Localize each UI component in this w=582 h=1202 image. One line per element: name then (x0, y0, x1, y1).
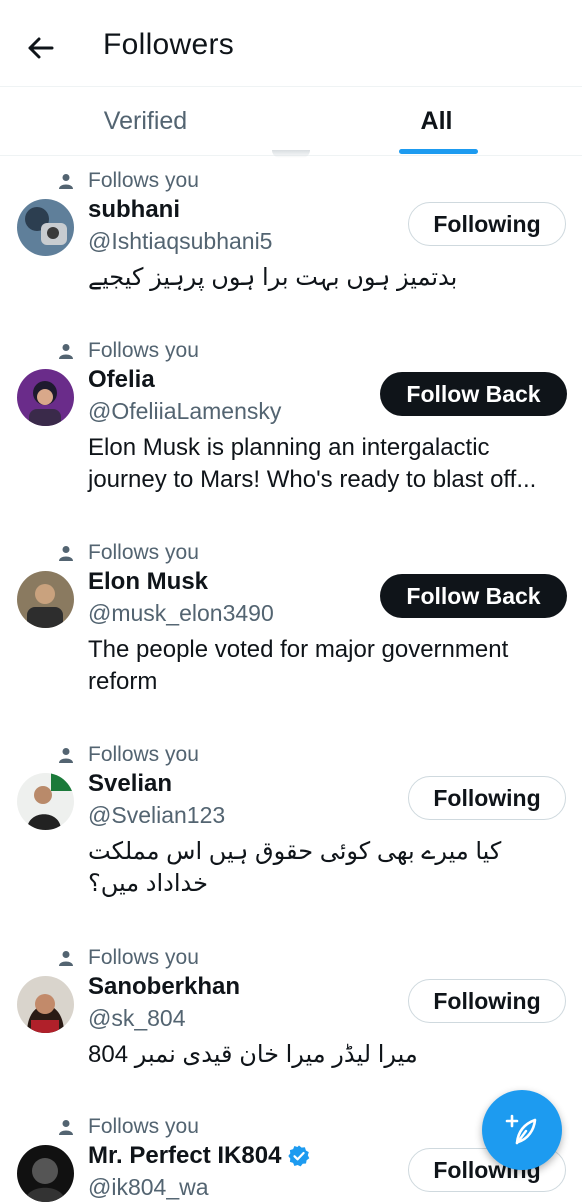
avatar[interactable] (17, 199, 74, 256)
user-bio: میرا لیڈر میرا خان قیدی نمبر 804 (88, 1041, 418, 1068)
user-bio: کیا میرے بھی کوئی حقوق ہیں اس مملکت خداد… (88, 838, 502, 897)
following-button[interactable]: Following (408, 202, 566, 246)
back-button[interactable] (22, 30, 58, 66)
user-handle: @sk_804 (88, 1005, 186, 1031)
tab-all[interactable]: All (291, 87, 582, 155)
avatar[interactable] (17, 773, 74, 830)
compose-button[interactable] (482, 1090, 562, 1170)
person-icon (59, 1120, 73, 1135)
person-icon (59, 174, 73, 189)
follows-you-label: Follows you (88, 339, 199, 362)
user-name[interactable]: Svelian (88, 770, 172, 798)
avatar[interactable] (17, 369, 74, 426)
person-icon (59, 546, 73, 561)
user-handle: @ik804_wa (88, 1174, 209, 1200)
follows-you-row: Follows you (58, 336, 199, 366)
following-button[interactable]: Following (408, 979, 566, 1023)
user-bio: The people voted for major government re… (88, 636, 509, 695)
follows-you-label: Follows you (88, 743, 199, 766)
arrow-left-icon (28, 37, 54, 59)
person-icon (59, 951, 73, 966)
follows-you-label: Follows you (88, 946, 199, 969)
active-tab-indicator (399, 149, 478, 154)
follow-back-button[interactable]: Follow Back (380, 574, 567, 618)
follows-you-label: Follows you (88, 169, 199, 192)
user-bio: بدتمیز ہوں بہت برا ہوں پرہیز کیجیے (88, 264, 458, 291)
verified-badge-icon (288, 1145, 310, 1167)
pull-refresh-indicator (272, 150, 310, 158)
tab-bar: Verified All (0, 86, 582, 156)
follows-you-row: Follows you (58, 1112, 199, 1142)
follow-back-button[interactable]: Follow Back (380, 372, 567, 416)
user-name[interactable]: Elon Musk (88, 568, 208, 596)
follows-you-label: Follows you (88, 541, 199, 564)
user-name[interactable]: subhani (88, 196, 180, 224)
tab-verified[interactable]: Verified (0, 87, 291, 155)
user-handle: @Svelian123 (88, 802, 226, 828)
following-button[interactable]: Following (408, 776, 566, 820)
avatar[interactable] (17, 1145, 74, 1202)
app-header: Followers (0, 0, 582, 86)
compose-feather-icon (505, 1114, 537, 1145)
follows-you-label: Follows you (88, 1115, 199, 1138)
avatar[interactable] (17, 976, 74, 1033)
person-icon (59, 344, 73, 359)
user-handle: @OfeliiaLamensky (88, 398, 282, 424)
user-bio: Elon Musk is planning an intergalactic j… (88, 434, 537, 493)
follows-you-row: Follows you (58, 166, 199, 196)
user-name[interactable]: Mr. Perfect IK804 (88, 1142, 311, 1170)
avatar[interactable] (17, 571, 74, 628)
follows-you-row: Follows you (58, 538, 199, 568)
user-name[interactable]: Ofelia (88, 366, 155, 394)
user-name[interactable]: Sanoberkhan (88, 973, 240, 1001)
person-icon (59, 748, 73, 763)
user-handle: @musk_elon3490 (88, 600, 274, 626)
page-title: Followers (103, 28, 235, 61)
follows-you-row: Follows you (58, 740, 199, 770)
user-handle: @Ishtiaqsubhani5 (88, 228, 273, 254)
follows-you-row: Follows you (58, 943, 199, 973)
user-name-text: Mr. Perfect IK804 (88, 1142, 282, 1169)
